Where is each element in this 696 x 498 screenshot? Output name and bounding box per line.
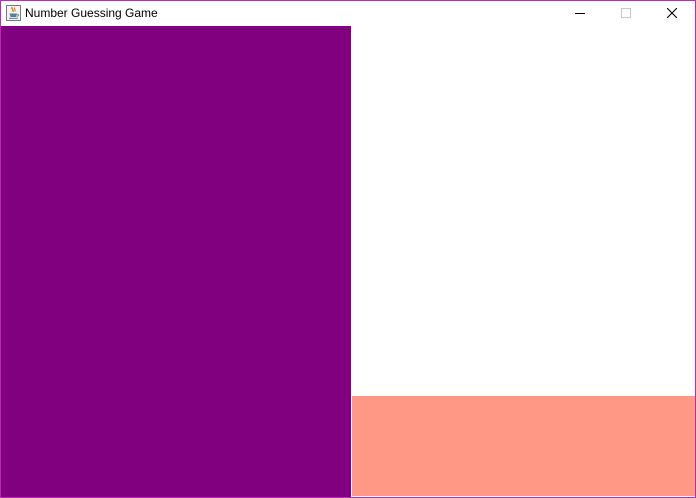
maximize-button	[603, 1, 649, 26]
minimize-icon	[575, 13, 585, 14]
close-button[interactable]	[649, 1, 695, 26]
maximize-icon	[621, 8, 631, 18]
java-coffee-cup-icon[interactable]	[6, 5, 21, 21]
left-panel	[1, 26, 351, 497]
app-window: Number Guessing Game	[0, 0, 696, 498]
close-icon	[667, 8, 677, 18]
title-bar[interactable]: Number Guessing Game	[1, 1, 695, 26]
bottom-panel	[352, 396, 695, 496]
content-pane	[1, 26, 695, 497]
minimize-button[interactable]	[557, 1, 603, 26]
window-title: Number Guessing Game	[25, 6, 158, 20]
